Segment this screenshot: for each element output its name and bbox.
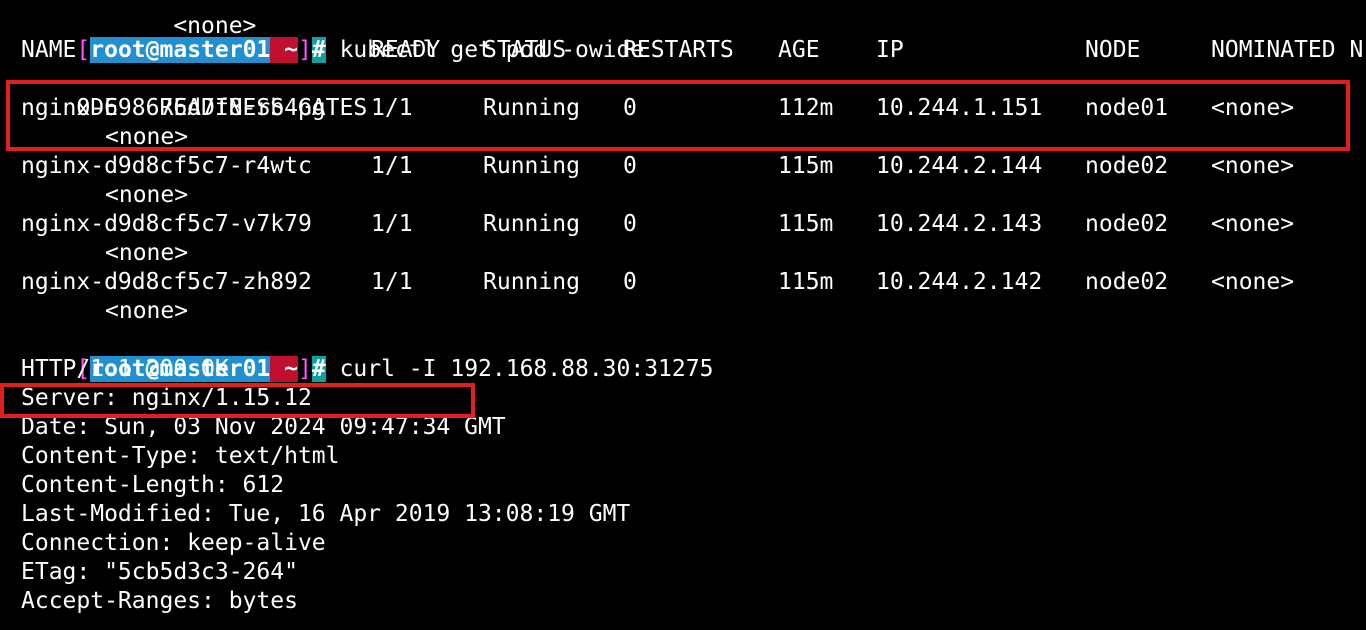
header-name: NAME (21, 37, 77, 63)
pod-cell-node: node02 (1085, 153, 1169, 179)
pod-table-header-wrap: ODE READINESS GATES (21, 65, 367, 121)
pod-cell-ip: 10.244.2.143 (876, 211, 1043, 237)
pod-cell-readiness-gates: <none> (105, 182, 189, 208)
http-connection-header: Connection: keep-alive (21, 530, 326, 556)
http-content-length-header: Content-Length: 612 (21, 472, 285, 498)
pod-cell-name: nginx-698676d7f8-rb4pg (21, 95, 326, 121)
pod-cell-name: nginx-d9d8cf5c7-zh892 (21, 269, 312, 295)
pod-cell-readiness-gates: <none> (105, 240, 189, 266)
pod-cell-ip: 10.244.2.144 (876, 153, 1043, 179)
http-status-line: HTTP/1.1 200 OK (21, 356, 229, 382)
pod-cell-nominated: <none> (1211, 269, 1295, 295)
pod-cell-restarts: 0 (623, 95, 637, 121)
pod-cell-restarts: 0 (623, 269, 637, 295)
header-status: STATUS (483, 37, 567, 63)
pod-row: nginx-d9d8cf5c7-r4wtc 1/1 Running 0 115m 10.2… (21, 152, 1366, 181)
pod-cell-ip: 10.244.1.151 (876, 95, 1043, 121)
pod-cell-node: node01 (1085, 95, 1169, 121)
http-last-modified-header: Last-Modified: Tue, 16 Apr 2019 13:08:19… (21, 501, 631, 527)
http-date-header: Date: Sun, 03 Nov 2024 09:47:34 GMT (21, 414, 506, 440)
pod-table-header: NAME READY STATUS RESTARTS AGE IP NODE N… (21, 36, 1366, 65)
header-nominated: NOMINATED N (1211, 37, 1364, 63)
pod-cell-readiness-gates: <none> (105, 298, 189, 324)
pod-row: nginx-d9d8cf5c7-zh892 1/1 Running 0 115m 10.2… (21, 268, 1366, 297)
pod-cell-status: Running (483, 269, 580, 295)
pod-cell-status: Running (483, 153, 580, 179)
prompt-hash: # (311, 356, 326, 382)
header-ready: READY (371, 37, 441, 63)
pod-cell-status: Running (483, 95, 580, 121)
prompt-close-bracket: ] (298, 356, 312, 382)
pod-cell-ready: 1/1 (371, 211, 413, 237)
pod-cell-ip: 10.244.2.142 (876, 269, 1043, 295)
http-etag-header: ETag: "5cb5d3c3-264" (21, 559, 298, 585)
pod-cell-age: 115m (778, 211, 834, 237)
pod-cell-age: 112m (778, 95, 834, 121)
pod-row: nginx-d9d8cf5c7-v7k79 1/1 Running 0 115m 10.2… (21, 210, 1366, 239)
header-restarts: RESTARTS (623, 37, 734, 63)
pod-cell-restarts: 0 (623, 153, 637, 179)
http-server-header: Server: nginx/1.15.12 (21, 385, 312, 411)
pod-cell-name: nginx-d9d8cf5c7-r4wtc (21, 153, 312, 179)
header-age: AGE (778, 37, 820, 63)
pod-cell-nominated: <none> (1211, 153, 1295, 179)
pod-cell-node: node02 (1085, 211, 1169, 237)
pod-cell-ready: 1/1 (371, 269, 413, 295)
http-accept-ranges-header: Accept-Ranges: bytes (21, 588, 298, 614)
pod-cell-ready: 1/1 (371, 95, 413, 121)
pod-cell-age: 115m (778, 269, 834, 295)
header-node: NODE (1085, 37, 1141, 63)
pod-cell-age: 115m (778, 153, 834, 179)
pod-cell-status: Running (483, 211, 580, 237)
pod-cell-name: nginx-d9d8cf5c7-v7k79 (21, 211, 312, 237)
header-ip: IP (876, 37, 904, 63)
pod-cell-readiness-gates: <none> (105, 124, 189, 150)
prompt-line-2: [root@master01 ~]# curl -I 192.168.88.30… (21, 326, 713, 382)
command-text: curl -I 192.168.88.30:31275 (325, 356, 714, 382)
pod-cell-node: node02 (1085, 269, 1169, 295)
pod-row: nginx-698676d7f8-rb4pg 1/1 Running 0 112m 10.… (21, 94, 1366, 123)
pod-cell-nominated: <none> (1211, 95, 1295, 121)
pod-cell-ready: 1/1 (371, 153, 413, 179)
http-content-type-header: Content-Type: text/html (21, 443, 340, 469)
terminal-window[interactable]: <none> [root@master01 ~]# kubectl get po… (0, 0, 1366, 630)
prompt-space (270, 356, 285, 382)
prompt-line-1: [root@master01 ~]# kubectl get pod -owid… (21, 7, 644, 63)
pod-cell-nominated: <none> (1211, 211, 1295, 237)
prompt-dir: ~ (284, 356, 298, 382)
pod-cell-restarts: 0 (623, 211, 637, 237)
